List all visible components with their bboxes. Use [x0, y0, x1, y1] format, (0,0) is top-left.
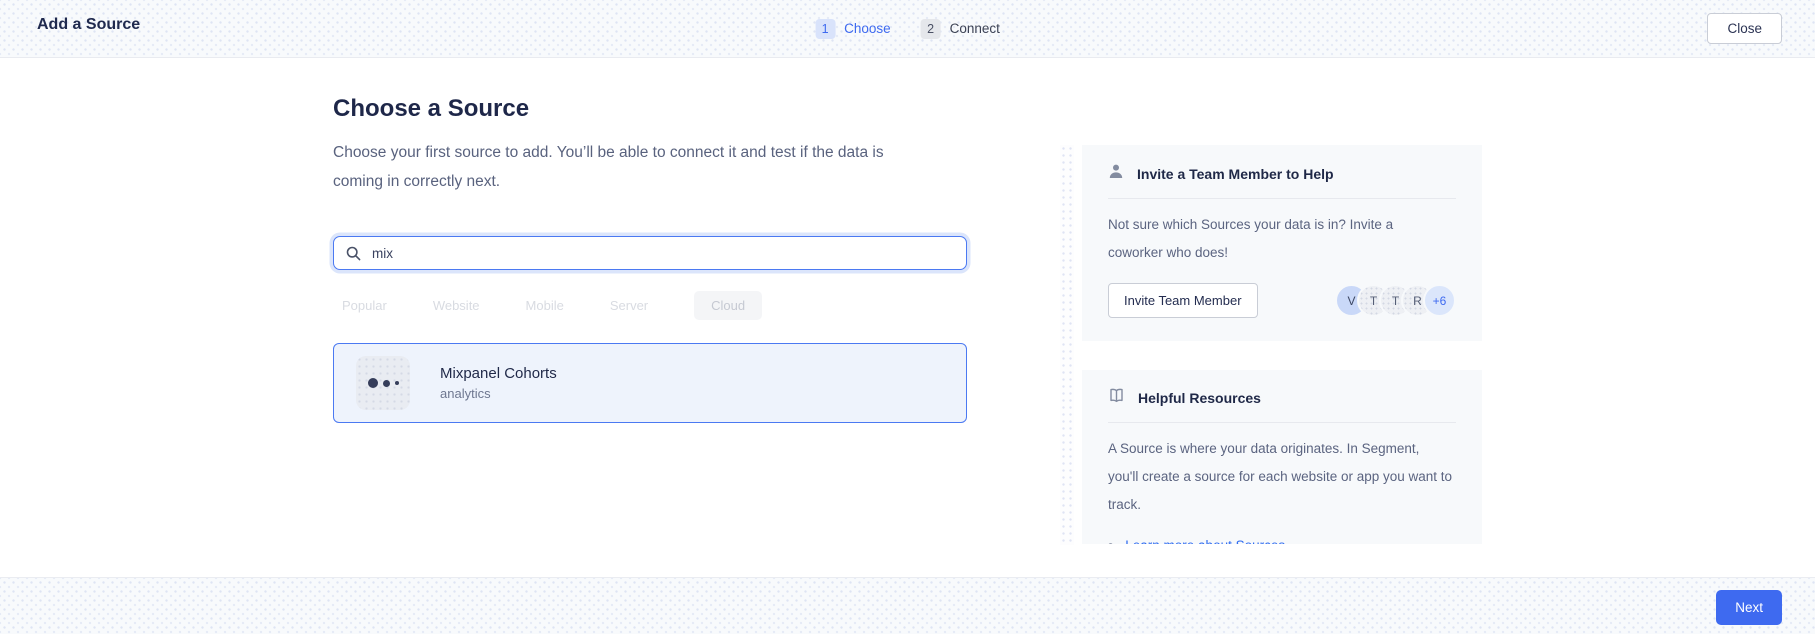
- page-title: Add a Source: [37, 16, 140, 34]
- source-search-box: [333, 236, 967, 270]
- resources-panel-title: Helpful Resources: [1138, 390, 1261, 406]
- category-tabs: Popular Website Mobile Server Cloud: [342, 291, 762, 320]
- resources-panel: Helpful Resources A Source is where your…: [1082, 370, 1482, 544]
- avatar-overflow-badge: +6: [1423, 284, 1456, 317]
- invite-row: Invite Team Member V T T R +6: [1108, 283, 1456, 318]
- tab-popular[interactable]: Popular: [342, 298, 387, 313]
- tab-mobile[interactable]: Mobile: [526, 298, 564, 313]
- invite-panel-header: Invite a Team Member to Help: [1108, 163, 1456, 184]
- step-choose[interactable]: 1 Choose: [815, 19, 891, 39]
- tab-cloud[interactable]: Cloud: [694, 291, 762, 320]
- vertical-divider: [1060, 145, 1074, 545]
- invite-panel-title: Invite a Team Member to Help: [1137, 166, 1334, 182]
- resources-panel-body: A Source is where your data originates. …: [1108, 435, 1453, 519]
- step-number-badge: 2: [921, 19, 941, 39]
- result-text: Mixpanel Cohorts analytics: [440, 365, 557, 401]
- resources-panel-header: Helpful Resources: [1108, 388, 1456, 408]
- search-icon: [346, 246, 361, 261]
- step-label: Connect: [950, 21, 1000, 36]
- step-number-badge: 1: [815, 19, 835, 39]
- tab-website[interactable]: Website: [433, 298, 480, 313]
- wizard-stepper: 1 Choose 2 Connect: [815, 0, 1000, 57]
- wizard-footer: [0, 577, 1815, 634]
- main-description: Choose your first source to add. You’ll …: [333, 138, 933, 196]
- close-button[interactable]: Close: [1707, 13, 1782, 44]
- invite-team-member-button[interactable]: Invite Team Member: [1108, 283, 1258, 318]
- source-result-mixpanel-cohorts[interactable]: Mixpanel Cohorts analytics: [333, 343, 967, 423]
- divider: [1108, 422, 1456, 423]
- book-icon: [1108, 388, 1125, 408]
- result-category: analytics: [440, 386, 557, 401]
- step-label: Choose: [844, 21, 891, 36]
- divider: [1108, 198, 1456, 199]
- tab-server[interactable]: Server: [610, 298, 648, 313]
- resources-list-item: • Learn more about Sources: [1108, 537, 1456, 544]
- result-title: Mixpanel Cohorts: [440, 365, 557, 382]
- wizard-header: Add a Source 1 Choose 2 Connect Close: [0, 0, 1815, 58]
- bullet-icon: •: [1108, 537, 1113, 544]
- learn-more-sources-link[interactable]: Learn more about Sources: [1125, 538, 1285, 544]
- step-connect[interactable]: 2 Connect: [921, 19, 1000, 39]
- next-button[interactable]: Next: [1716, 590, 1782, 625]
- mixpanel-logo-icon: [356, 356, 410, 410]
- search-input[interactable]: [370, 236, 966, 270]
- team-avatars: V T T R +6: [1335, 284, 1456, 317]
- main-heading: Choose a Source: [333, 95, 529, 123]
- invite-panel-body: Not sure which Sources your data is in? …: [1108, 211, 1438, 267]
- user-icon: [1108, 163, 1124, 184]
- invite-panel: Invite a Team Member to Help Not sure wh…: [1082, 145, 1482, 341]
